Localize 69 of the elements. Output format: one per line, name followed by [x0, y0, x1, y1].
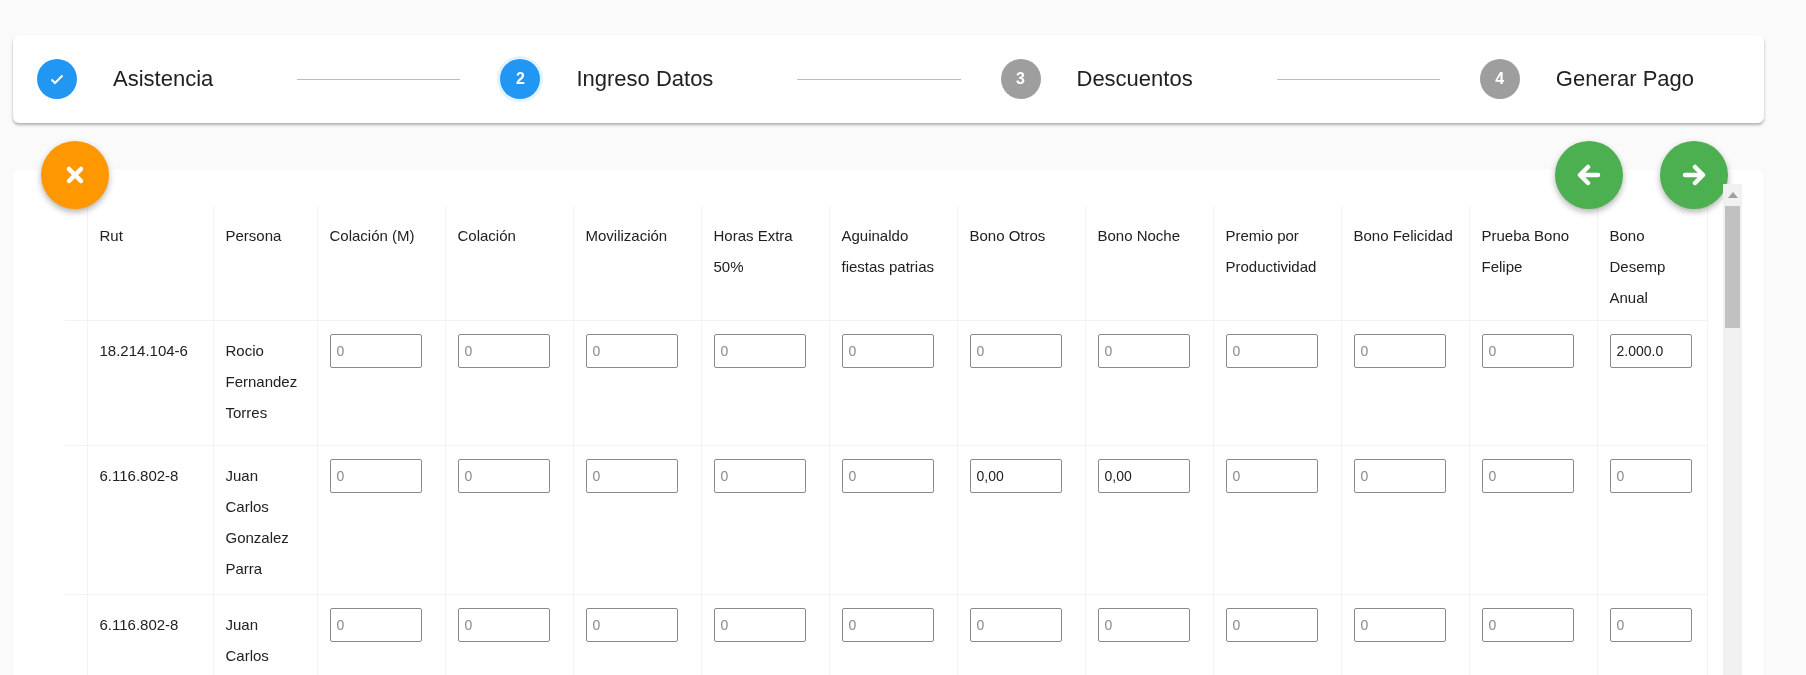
input-field[interactable]: 0: [1481, 608, 1574, 642]
input-field[interactable]: 0,00: [1097, 459, 1190, 493]
step-label[interactable]: Descuentos: [1076, 66, 1193, 92]
scrollbar[interactable]: [1723, 184, 1742, 675]
input-field[interactable]: 0: [329, 608, 422, 642]
column-header: Colación (M): [329, 227, 415, 244]
input-field[interactable]: 0: [1097, 608, 1190, 642]
input-field[interactable]: 0: [1225, 334, 1318, 368]
step-indicator: 2: [500, 59, 541, 99]
step-indicator: 3: [1000, 59, 1041, 99]
input-field[interactable]: 0: [841, 608, 934, 642]
input-field[interactable]: 0: [329, 459, 422, 493]
input-field[interactable]: 0: [1609, 608, 1692, 642]
table-cell: 18.214.104-6: [99, 342, 188, 359]
input-field[interactable]: 0: [1481, 334, 1574, 368]
input-field[interactable]: 0: [969, 334, 1062, 368]
input-field[interactable]: 0: [841, 334, 934, 368]
column-header: Horas Extra 50%: [713, 227, 793, 275]
step-label[interactable]: Generar Pago: [1555, 66, 1694, 92]
input-field[interactable]: 0: [969, 608, 1062, 642]
input-field[interactable]: 0: [713, 459, 806, 493]
arrow-right-icon: [1682, 164, 1706, 186]
column-header: Rut: [99, 227, 123, 244]
table-cell: 6.116.802-8: [99, 467, 179, 484]
column-header: Prueba Bono Felipe: [1481, 227, 1570, 275]
input-field[interactable]: 0: [1225, 459, 1318, 493]
input-field[interactable]: 0: [713, 334, 806, 368]
check-icon: [50, 73, 64, 85]
scroll-up-icon[interactable]: [1728, 192, 1738, 198]
input-field[interactable]: 0: [329, 334, 422, 368]
arrow-left-icon: [1577, 164, 1601, 186]
input-field[interactable]: 0,00: [969, 459, 1062, 493]
column-header: Bono Noche: [1097, 227, 1181, 244]
column-header: Bono Desemp Anual: [1609, 227, 1666, 306]
column-header: Colación: [457, 227, 516, 244]
column-header: Aguinaldo fiestas patrias: [841, 227, 935, 275]
input-field[interactable]: 0: [1609, 459, 1692, 493]
input-field[interactable]: 0: [585, 608, 678, 642]
back-button[interactable]: [1555, 141, 1623, 209]
step-label[interactable]: Asistencia: [113, 66, 214, 92]
table-cell: 6.116.802-8: [99, 616, 179, 633]
input-field[interactable]: 0: [1353, 334, 1446, 368]
column-header: Bono Otros: [969, 227, 1046, 244]
table-cell: Rocio Fernandez Torres: [225, 342, 298, 421]
close-icon: [65, 165, 85, 185]
input-field[interactable]: 0: [457, 334, 550, 368]
input-field[interactable]: 0: [457, 459, 550, 493]
column-header: Persona: [225, 227, 282, 244]
input-field[interactable]: 2.000.0: [1609, 334, 1692, 368]
input-field[interactable]: 0: [1353, 459, 1446, 493]
close-button[interactable]: [41, 141, 109, 209]
input-field[interactable]: 0: [585, 334, 678, 368]
step-indicator: 4: [1479, 59, 1520, 99]
column-header: Bono Felicidad: [1353, 227, 1453, 244]
column-header: Movilización: [585, 227, 668, 244]
input-field[interactable]: 0: [457, 608, 550, 642]
input-field[interactable]: 0: [585, 459, 678, 493]
input-field[interactable]: 0: [1097, 334, 1190, 368]
input-field[interactable]: 0: [1481, 459, 1574, 493]
table-cell: Juan Carlos Gonzalez Parra: [225, 467, 289, 577]
input-field[interactable]: 0: [1353, 608, 1446, 642]
step-label[interactable]: Ingreso Datos: [576, 66, 714, 92]
input-field[interactable]: 0: [713, 608, 806, 642]
next-button[interactable]: [1660, 141, 1728, 209]
input-field[interactable]: 0: [841, 459, 934, 493]
input-field[interactable]: 0: [1225, 608, 1318, 642]
column-header: Premio por Productividad: [1225, 227, 1317, 275]
scrollbar-thumb[interactable]: [1725, 206, 1740, 328]
table-cell: Juan Carlos: [225, 616, 269, 664]
